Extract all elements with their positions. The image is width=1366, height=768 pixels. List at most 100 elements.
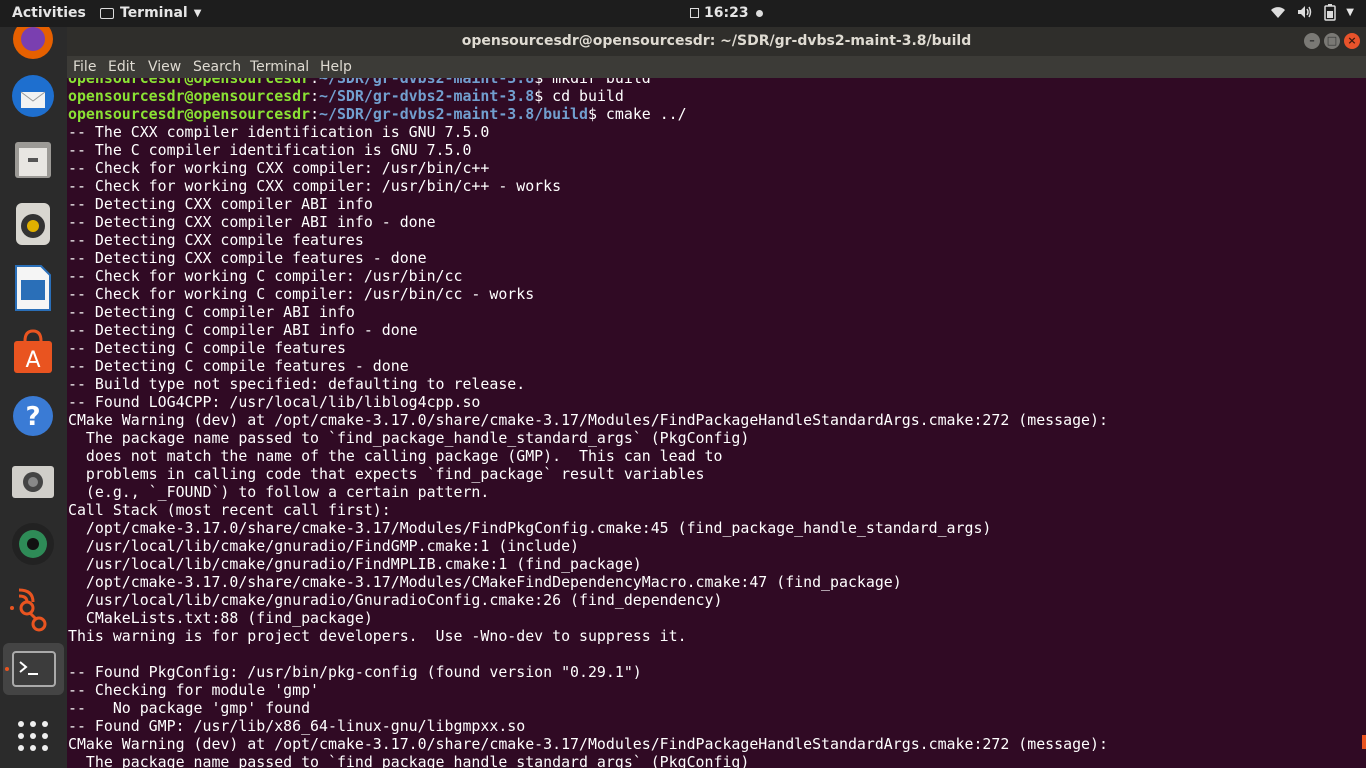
output-line: The package name passed to `find_package… (68, 753, 750, 768)
activities-button[interactable]: Activities (12, 5, 86, 21)
firefox-icon (13, 27, 53, 59)
running-indicator (10, 606, 14, 610)
output-line: /usr/local/lib/cmake/gnuradio/GnuradioCo… (68, 591, 723, 609)
clock[interactable]: 16:23 (690, 5, 763, 21)
terminal-output: opensourcesdr@opensourcesdr:~/SDR/gr-dvb… (68, 78, 1108, 768)
menu-view[interactable]: View (148, 59, 181, 75)
window-controls: – □ × (1304, 33, 1360, 49)
terminal-view[interactable]: opensourcesdr@opensourcesdr:~/SDR/gr-dvb… (67, 78, 1366, 768)
output-line: -- Detecting C compiler ABI info - done (68, 321, 418, 339)
output-line: -- Check for working C compiler: /usr/bi… (68, 267, 463, 285)
shopping-bag-icon: A (14, 329, 52, 373)
volume-icon (1298, 6, 1312, 18)
clock-label: 16:23 (704, 5, 749, 21)
prompt-command: cd build (543, 87, 624, 105)
writer-launcher[interactable] (8, 262, 58, 314)
running-indicator (5, 667, 9, 671)
screenshot-launcher[interactable] (8, 454, 58, 506)
menu-search[interactable]: Search (193, 59, 241, 75)
output-line: -- Detecting CXX compiler ABI info - don… (68, 213, 436, 231)
output-line: -- The CXX compiler identification is GN… (68, 123, 490, 141)
gnuradio-icon (18, 588, 47, 632)
output-line: -- Checking for module 'gmp' (68, 681, 320, 699)
webcam-icon (12, 523, 54, 565)
output-line: /opt/cmake-3.17.0/share/cmake-3.17/Modul… (68, 573, 902, 591)
menu-bar: File Edit View Search Terminal Help (67, 56, 1366, 78)
prompt-user: opensourcesdr@opensourcesdr (68, 105, 311, 123)
output-line: -- The C compiler identification is GNU … (68, 141, 472, 159)
maximize-button[interactable]: □ (1324, 33, 1340, 49)
prompt-user: opensourcesdr@opensourcesdr (68, 78, 311, 87)
document-icon (15, 265, 51, 311)
app-menu[interactable]: Terminal ▼ (100, 5, 201, 21)
files-launcher[interactable] (8, 134, 58, 186)
menu-terminal[interactable]: Terminal (250, 59, 309, 75)
prompt-path: ~/SDR/gr-dvbs2-maint-3.8 (319, 78, 535, 87)
output-line: This warning is for project developers. … (68, 627, 687, 645)
prompt-line: opensourcesdr@opensourcesdr:~/SDR/gr-dvb… (68, 105, 687, 123)
output-line: /usr/local/lib/cmake/gnuradio/FindMPLIB.… (68, 555, 642, 573)
terminal-launcher[interactable] (3, 643, 64, 695)
system-tray[interactable]: ▼ (1270, 3, 1354, 21)
output-line: -- Build type not specified: defaulting … (68, 375, 526, 393)
system-menu-caret-icon: ▼ (1346, 6, 1354, 18)
show-applications-button[interactable] (8, 710, 58, 762)
output-line: -- Detecting C compiler ABI info (68, 303, 355, 321)
prompt-path: ~/SDR/gr-dvbs2-maint-3.8/build (319, 105, 588, 123)
output-line: -- Detecting CXX compiler ABI info (68, 195, 373, 213)
battery-icon (1324, 4, 1337, 21)
minimize-button[interactable]: – (1304, 33, 1320, 49)
thunderbird-launcher[interactable] (8, 70, 58, 122)
file-cabinet-icon (15, 142, 51, 178)
help-icon: ? (13, 396, 53, 436)
prompt-user: opensourcesdr@opensourcesdr (68, 87, 311, 105)
output-line: -- Check for working C compiler: /usr/bi… (68, 285, 535, 303)
rhythmbox-launcher[interactable] (8, 198, 58, 250)
output-line: Call Stack (most recent call first): (68, 501, 391, 519)
menu-edit[interactable]: Edit (108, 59, 135, 75)
cheese-launcher[interactable] (8, 518, 58, 570)
software-launcher[interactable]: A (8, 326, 58, 378)
output-line: -- Found PkgConfig: /usr/bin/pkg-config … (68, 663, 642, 681)
app-grid-icon (18, 721, 48, 751)
output-line: The package name passed to `find_package… (68, 429, 750, 447)
thunderbird-icon (12, 75, 54, 117)
output-line: CMake Warning (dev) at /opt/cmake-3.17.0… (68, 411, 1108, 429)
output-line: does not match the name of the calling p… (68, 447, 723, 465)
prompt-line: opensourcesdr@opensourcesdr:~/SDR/gr-dvb… (68, 87, 624, 105)
output-line: -- No package 'gmp' found (68, 699, 311, 717)
speaker-icon (16, 203, 50, 245)
output-line: CMakeLists.txt:88 (find_package) (68, 609, 373, 627)
output-line: -- Detecting C compile features (68, 339, 346, 357)
menu-file[interactable]: File (73, 59, 96, 75)
firefox-launcher[interactable] (8, 27, 58, 65)
close-button[interactable]: × (1344, 33, 1360, 49)
output-line: -- Found LOG4CPP: /usr/local/lib/liblog4… (68, 393, 481, 411)
output-line: -- Check for working CXX compiler: /usr/… (68, 177, 562, 195)
notification-dot-icon (755, 9, 763, 17)
window-title: opensourcesdr@opensourcesdr: ~/SDR/gr-dv… (461, 33, 972, 49)
window-titlebar[interactable]: opensourcesdr@opensourcesdr: ~/SDR/gr-dv… (67, 27, 1366, 56)
caret-down-icon: ▼ (193, 7, 202, 19)
prompt-command: mkdir build (543, 78, 651, 87)
calendar-icon (690, 8, 699, 18)
help-launcher[interactable]: ? (8, 390, 58, 442)
dock: A ? (0, 27, 67, 768)
prompt-command: cmake ../ (596, 105, 687, 123)
output-line: -- Found GMP: /usr/lib/x86_64-linux-gnu/… (68, 717, 526, 735)
output-line: CMake Warning (dev) at /opt/cmake-3.17.0… (68, 735, 1108, 753)
scrollbar-indicator[interactable] (1362, 735, 1366, 749)
gnuradio-launcher[interactable] (8, 582, 58, 634)
menu-help[interactable]: Help (320, 59, 352, 75)
camera-icon (12, 466, 54, 498)
app-menu-label: Terminal (120, 5, 188, 21)
prompt-line: opensourcesdr@opensourcesdr:~/SDR/gr-dvb… (68, 78, 1108, 87)
wifi-icon (1271, 7, 1286, 18)
output-line: -- Detecting C compile features - done (68, 357, 409, 375)
output-line: problems in calling code that expects `f… (68, 465, 705, 483)
svg-text:?: ? (25, 402, 40, 432)
top-bar: Activities Terminal ▼ 16:23 ▼ (0, 0, 1366, 27)
output-line: -- Detecting CXX compile features - done (68, 249, 427, 267)
terminal-small-icon (100, 7, 114, 19)
